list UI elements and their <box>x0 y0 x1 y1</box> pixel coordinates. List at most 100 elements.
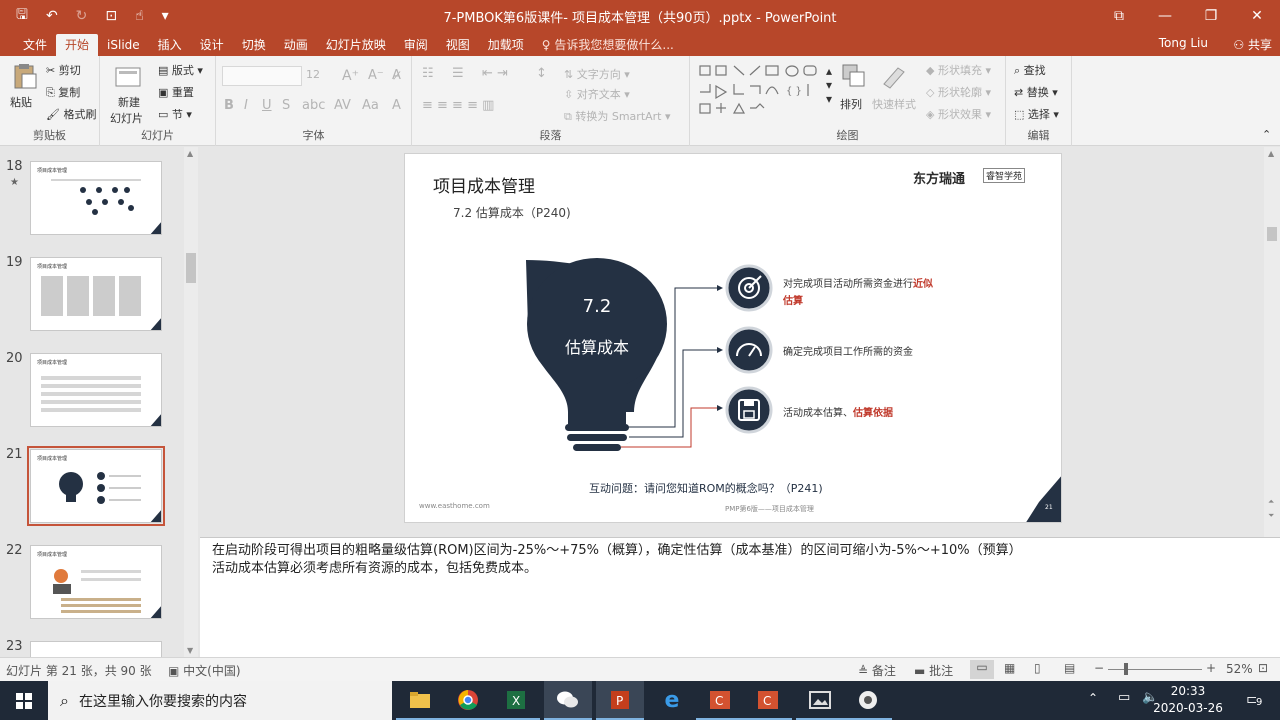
shape-outline-button[interactable]: ◇ 形状轮廓 ▾ <box>926 84 991 100</box>
reading-view-icon[interactable]: ▯ <box>1034 661 1041 675</box>
notes-pane[interactable]: 在启动阶段可得出项目的粗略量级估算(ROM)区间为-25%～+75%（概算），确… <box>200 537 1280 657</box>
find-button[interactable]: ⌕ 查找 <box>1014 62 1046 78</box>
shapes-gallery[interactable]: { } <box>698 62 822 118</box>
zoom-level[interactable]: 52% <box>1226 662 1253 676</box>
increase-font-icon[interactable]: A⁺ <box>342 68 359 84</box>
thumbnail-slide-19[interactable]: 19 项目成本管理 <box>0 255 200 345</box>
bullets-icon[interactable]: ☷ <box>422 66 434 81</box>
excel-app[interactable]: X <box>492 681 540 720</box>
char-spacing-icon[interactable]: AV <box>334 98 351 113</box>
arrange-icon[interactable] <box>840 62 868 90</box>
powerpoint-app[interactable]: P <box>596 681 644 720</box>
thumbnail-slide-23[interactable]: 23 <box>0 639 200 657</box>
tab-insert[interactable]: 插入 <box>149 34 191 56</box>
editor-scrollbar[interactable]: ▲ ⏶ ⏷ <box>1264 147 1280 537</box>
start-button[interactable] <box>0 681 48 720</box>
file-explorer-app[interactable] <box>396 681 444 720</box>
slide-sorter-icon[interactable]: ▦ <box>1004 661 1015 675</box>
tell-me-search[interactable]: ♀ 告诉我您想要做什么... <box>533 34 683 56</box>
format-painter-button[interactable]: 🖌 格式刷 <box>46 106 96 122</box>
language-indicator[interactable]: ▣ 中文(中国) <box>168 662 241 679</box>
collapse-ribbon-icon[interactable]: ⌃ <box>1262 128 1271 141</box>
replace-button[interactable]: ⇄ 替换 ▾ <box>1014 84 1058 100</box>
network-icon[interactable]: ▭ <box>1118 690 1130 705</box>
thumbnail-slide-20[interactable]: 20 项目成本管理 <box>0 351 200 441</box>
chrome-app[interactable] <box>444 681 492 720</box>
app-c-2[interactable]: C <box>744 681 792 720</box>
layout-button[interactable]: ▤ 版式 ▾ <box>158 62 203 78</box>
numbering-icon[interactable]: ☰ <box>452 66 464 81</box>
gallery-more-icon[interactable]: ▴ ▾ ▾ <box>826 64 832 106</box>
shadow-icon[interactable]: S <box>282 98 290 113</box>
next-slide-icon[interactable]: ⏷ <box>1268 511 1274 521</box>
edge-app[interactable]: e <box>648 681 696 720</box>
section-button[interactable]: ▭ 节 ▾ <box>158 106 192 122</box>
reset-button[interactable]: ▣ 重置 <box>158 84 194 100</box>
zoom-out-icon[interactable]: − <box>1094 661 1104 675</box>
thumbnail-slide-21[interactable]: 21 项目成本管理 <box>0 446 200 537</box>
current-slide[interactable]: 项目成本管理 7.2 估算成本（P240) 东方瑞通 睿智学苑 7.2 估算成本… <box>404 153 1062 523</box>
minimize-button[interactable]: — <box>1142 0 1188 32</box>
decrease-font-icon[interactable]: A⁻ <box>368 68 384 83</box>
save-icon[interactable]: 🖫 <box>16 4 28 28</box>
cut-button[interactable]: ✂ 剪切 <box>46 62 81 78</box>
select-button[interactable]: ⬚ 选择 ▾ <box>1014 106 1059 122</box>
ribbon-display-icon[interactable]: ⧉ <box>1096 0 1142 32</box>
paste-button[interactable]: 粘贴 <box>10 94 32 110</box>
fit-to-window-icon[interactable]: ⊡ <box>1258 661 1268 675</box>
restore-button[interactable]: ❐ <box>1188 0 1234 32</box>
quick-styles-button[interactable]: 快速样式 <box>872 96 916 112</box>
comments-toggle[interactable]: ▬ 批注 <box>914 662 953 679</box>
presenter-icon[interactable]: ⊡ <box>105 8 117 24</box>
change-case-icon[interactable]: Aa <box>362 98 379 113</box>
user-name[interactable]: Tong Liu <box>1159 36 1208 50</box>
align-buttons[interactable]: ≡ ≡ ≡ ≡ ▥ <box>422 98 494 113</box>
redo-icon[interactable]: ↻ <box>76 8 88 24</box>
tab-view[interactable]: 视图 <box>437 34 479 56</box>
tab-transitions[interactable]: 切换 <box>233 34 275 56</box>
font-color-icon[interactable]: A <box>392 98 401 113</box>
zoom-in-icon[interactable]: + <box>1206 661 1216 675</box>
editor-scroll-thumb[interactable] <box>1267 227 1277 241</box>
undo-icon[interactable]: ↶ <box>46 8 58 24</box>
scroll-up-icon[interactable]: ▲ <box>187 149 193 158</box>
tab-home[interactable]: 开始 <box>56 34 99 56</box>
tab-addins[interactable]: 加载项 <box>479 34 533 56</box>
align-text-button[interactable]: ⇳ 对齐文本 ▾ <box>564 86 630 102</box>
wechat-app[interactable] <box>544 681 592 720</box>
new-slide-button[interactable]: 新建 <box>118 94 140 110</box>
tab-design[interactable]: 设计 <box>191 34 233 56</box>
new-slide-dropdown[interactable]: 幻灯片 <box>110 110 143 126</box>
notes-toggle[interactable]: ≜ 备注 <box>858 662 896 679</box>
new-slide-icon[interactable] <box>114 62 142 90</box>
shape-effects-button[interactable]: ◈ 形状效果 ▾ <box>926 106 991 122</box>
strikethrough-icon[interactable]: abc <box>302 98 325 113</box>
quick-styles-icon[interactable] <box>880 62 908 90</box>
text-direction-button[interactable]: ⇅ 文字方向 ▾ <box>564 66 630 82</box>
share-button[interactable]: ⚇ 共享 <box>1233 36 1272 53</box>
tab-animations[interactable]: 动画 <box>275 34 317 56</box>
slideshow-view-icon[interactable]: ▤ <box>1064 661 1075 675</box>
previous-slide-icon[interactable]: ⏶ <box>1268 497 1274 507</box>
normal-view-icon[interactable]: ▭ <box>970 660 994 679</box>
image-viewer-app[interactable] <box>796 681 844 720</box>
scroll-up-icon[interactable]: ▲ <box>1268 149 1274 158</box>
touch-mode-icon[interactable]: ☝ <box>135 8 144 24</box>
font-size-select[interactable]: 12 <box>306 68 320 81</box>
tray-expand-icon[interactable]: ⌃ <box>1088 691 1098 705</box>
media-app[interactable] <box>844 681 892 720</box>
zoom-slider[interactable] <box>1108 669 1202 670</box>
font-family-select[interactable] <box>222 66 302 86</box>
close-button[interactable]: ✕ <box>1234 0 1280 32</box>
tab-review[interactable]: 审阅 <box>395 34 437 56</box>
tab-islide[interactable]: iSlide <box>98 34 149 56</box>
shape-fill-button[interactable]: ◆ 形状填充 ▾ <box>926 62 991 78</box>
zoom-slider-thumb[interactable] <box>1124 663 1128 675</box>
clear-format-icon[interactable]: A̷ <box>392 68 401 83</box>
italic-icon[interactable]: I <box>244 98 248 113</box>
scroll-down-icon[interactable]: ▼ <box>187 646 193 655</box>
scrollbar-thumb[interactable] <box>186 253 196 283</box>
arrange-button[interactable]: 排列 <box>840 96 862 112</box>
customize-qat-icon[interactable]: ▾ <box>162 8 169 24</box>
app-c-1[interactable]: C <box>696 681 744 720</box>
